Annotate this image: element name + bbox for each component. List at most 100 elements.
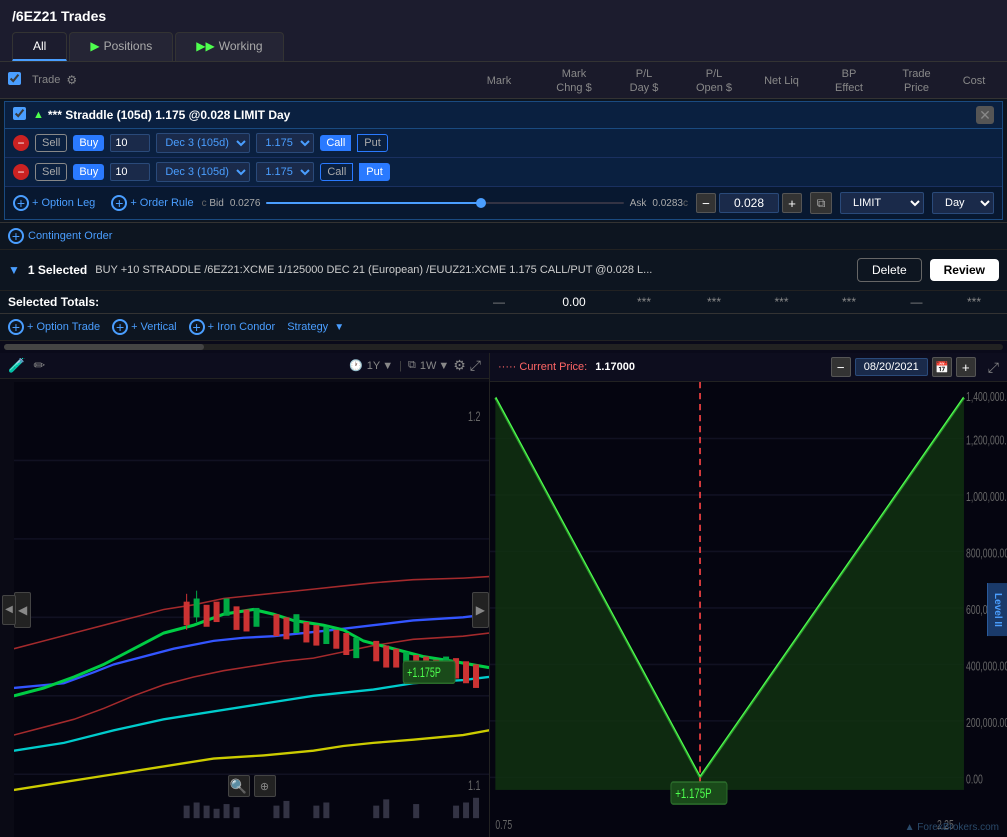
contingent-order-button[interactable]: + Contingent Order [8, 228, 112, 244]
select-all-checkbox[interactable] [8, 72, 21, 85]
current-price-label: ····· Current Price: [498, 361, 587, 373]
header-mark: Mark [459, 73, 539, 87]
svg-text:1,000,000.00: 1,000,000.00 [966, 491, 1007, 505]
selected-header: ▼ 1 Selected BUY +10 STRADDLE /6EZ21:XCM… [8, 254, 999, 286]
tab-all[interactable]: All [12, 32, 67, 61]
price-minus-button[interactable]: − [696, 193, 716, 213]
date-leg2-select[interactable]: Dec 3 (105d) [156, 162, 250, 182]
close-straddle-button[interactable]: ✕ [976, 106, 994, 124]
add-option-trade-button[interactable]: + + Option Trade [8, 319, 100, 335]
left-chart-toolbar: 🧪 ✏ 🕐 1Y ▼ | ⧉ 1W ▼ ⚙ [0, 353, 489, 379]
price-plus-button[interactable]: + [782, 193, 802, 213]
straddle-check[interactable] [13, 107, 33, 123]
straddle-checkbox[interactable] [13, 107, 26, 120]
totals-star-1: *** [609, 295, 679, 309]
svg-text:+1.175P: +1.175P [407, 664, 441, 681]
buy-leg1-button[interactable]: Buy [73, 135, 104, 151]
strategy-dropdown-button[interactable]: Strategy ▼ [287, 321, 344, 333]
totals-value: 0.00 [539, 295, 609, 309]
svg-text:400,000.00: 400,000.00 [966, 660, 1007, 674]
header-pl-open: P/LOpen $ [679, 66, 749, 94]
col-label-pl-open: P/LOpen $ [696, 68, 732, 94]
price-leg1-select[interactable]: 1.175 [256, 133, 314, 153]
put-leg2-button[interactable]: Put [359, 163, 390, 181]
calendar-icon[interactable]: 📅 [932, 357, 952, 377]
remove-leg1-button[interactable]: − [13, 135, 29, 151]
slider-thumb[interactable] [476, 198, 486, 208]
selected-row: ▼ 1 Selected BUY +10 STRADDLE /6EZ21:XCM… [0, 250, 1007, 291]
qty-leg1-input[interactable] [110, 134, 150, 152]
add-vertical-icon: + [112, 319, 128, 335]
candlestick-svg: 1.2 1.1 [14, 382, 489, 837]
period-1y-chevron-icon: ▼ [382, 360, 393, 372]
current-price-value: 1.17000 [595, 361, 635, 373]
price-leg2-select[interactable]: 1.175 [256, 162, 314, 182]
remove-leg2-button[interactable]: − [13, 164, 29, 180]
collapse-panels-icon[interactable]: ◀ [2, 595, 16, 625]
col-label-net-liq: Net Liq [764, 75, 799, 87]
tab-positions[interactable]: ▶Positions [69, 32, 173, 61]
col-label-trade: Trade [32, 74, 60, 86]
add-vertical-button[interactable]: + + Vertical [112, 319, 177, 335]
flask-icon[interactable]: 🧪 [8, 357, 25, 374]
delete-button[interactable]: Delete [857, 258, 922, 282]
price-slider[interactable] [266, 193, 623, 213]
selected-trade-text: BUY +10 STRADDLE /6EZ21:XCME 1/125000 DE… [95, 264, 849, 276]
review-button[interactable]: Review [930, 259, 999, 281]
buy-leg2-button[interactable]: Buy [73, 164, 104, 180]
put-leg1-button[interactable]: Put [357, 134, 388, 152]
date-plus-button[interactable]: + [956, 357, 976, 377]
date-leg1-select[interactable]: Dec 3 (105d) [156, 133, 250, 153]
right-nav-arrow[interactable]: ▶ [472, 592, 489, 628]
payoff-chart: 1,400,000.00 1,200,000.00 1,000,000.00 8… [490, 382, 1007, 837]
scrollbar-thumb[interactable] [4, 344, 204, 350]
add-order-rule-button[interactable]: + + Order Rule [111, 195, 193, 211]
call-leg2-button[interactable]: Call [320, 163, 353, 181]
call-leg1-button[interactable]: Call [320, 135, 351, 151]
right-chart-toolbar: ····· Current Price: 1.17000 − 08/20/202… [490, 353, 1007, 382]
date-minus-button[interactable]: − [831, 357, 851, 377]
gear-icon[interactable]: ⚙ [66, 73, 77, 87]
leg-row-1: − Sell Buy Dec 3 (105d) 1.175 Call Put [5, 129, 1002, 158]
date-display: 08/20/2021 [855, 358, 928, 376]
separator: | [399, 360, 402, 372]
period-1w-chevron-icon: ▼ [438, 360, 449, 372]
sell-leg2-button[interactable]: Sell [35, 163, 67, 181]
left-chart-panel: 🧪 ✏ 🕐 1Y ▼ | ⧉ 1W ▼ ⚙ [0, 353, 490, 382]
selected-count: 1 Selected [28, 263, 87, 277]
horizontal-scrollbar[interactable] [0, 341, 1007, 353]
copy-price-button[interactable]: ⧉ [810, 192, 832, 214]
expand-payoff-chart-icon[interactable]: ⤢ [988, 359, 999, 376]
svg-text:0.00: 0.00 [966, 773, 983, 787]
header: /6EZ21 Trades All ▶Positions ▶▶Working [0, 0, 1007, 62]
col-label-pl-day: P/LDay $ [630, 68, 659, 94]
pencil-icon[interactable]: ✏ [33, 357, 45, 374]
add-strategies-row: + + Option Trade + + Vertical + + Iron C… [0, 314, 1007, 341]
expand-chart-icon[interactable]: ⤢ [470, 357, 481, 374]
period-1y-button[interactable]: 1Y ▼ [367, 360, 393, 372]
qty-leg2-input[interactable] [110, 163, 150, 181]
totals-star-5: *** [949, 295, 999, 309]
totals-star-4: *** [814, 295, 884, 309]
header-check[interactable] [8, 72, 32, 88]
add-iron-condor-button[interactable]: + + Iron Condor [189, 319, 276, 335]
level-ii-badge[interactable]: Level II [987, 583, 1007, 637]
period-1w-button[interactable]: 1W ▼ [420, 360, 449, 372]
zoom-in-icon[interactable]: ⊕ [254, 775, 276, 797]
strategy-label: Strategy [287, 321, 328, 333]
order-type-select[interactable]: LIMIT MARKET [840, 192, 924, 214]
add-option-leg-button[interactable]: + + Option Leg [13, 195, 95, 211]
bid-value: 0.0276 [230, 198, 261, 209]
chart-period-group: 🕐 1Y ▼ | ⧉ 1W ▼ ⚙ ⤢ [349, 357, 481, 374]
sell-leg1-button[interactable]: Sell [35, 134, 67, 152]
tab-working[interactable]: ▶▶Working [175, 32, 283, 61]
chart-settings-icon[interactable]: ⚙ [453, 357, 466, 374]
option-trade-label: + Option Trade [27, 321, 100, 333]
tab-working-label: Working [219, 39, 263, 53]
chevron-down-icon[interactable]: ▼ [8, 263, 20, 277]
order-duration-select[interactable]: Day GTC [932, 192, 994, 214]
zoom-out-icon[interactable]: 🔍 [228, 775, 250, 797]
positions-icon: ▶ [90, 39, 99, 53]
col-label-cost: Cost [963, 75, 986, 87]
left-nav-arrow[interactable]: ◀ [14, 592, 31, 628]
